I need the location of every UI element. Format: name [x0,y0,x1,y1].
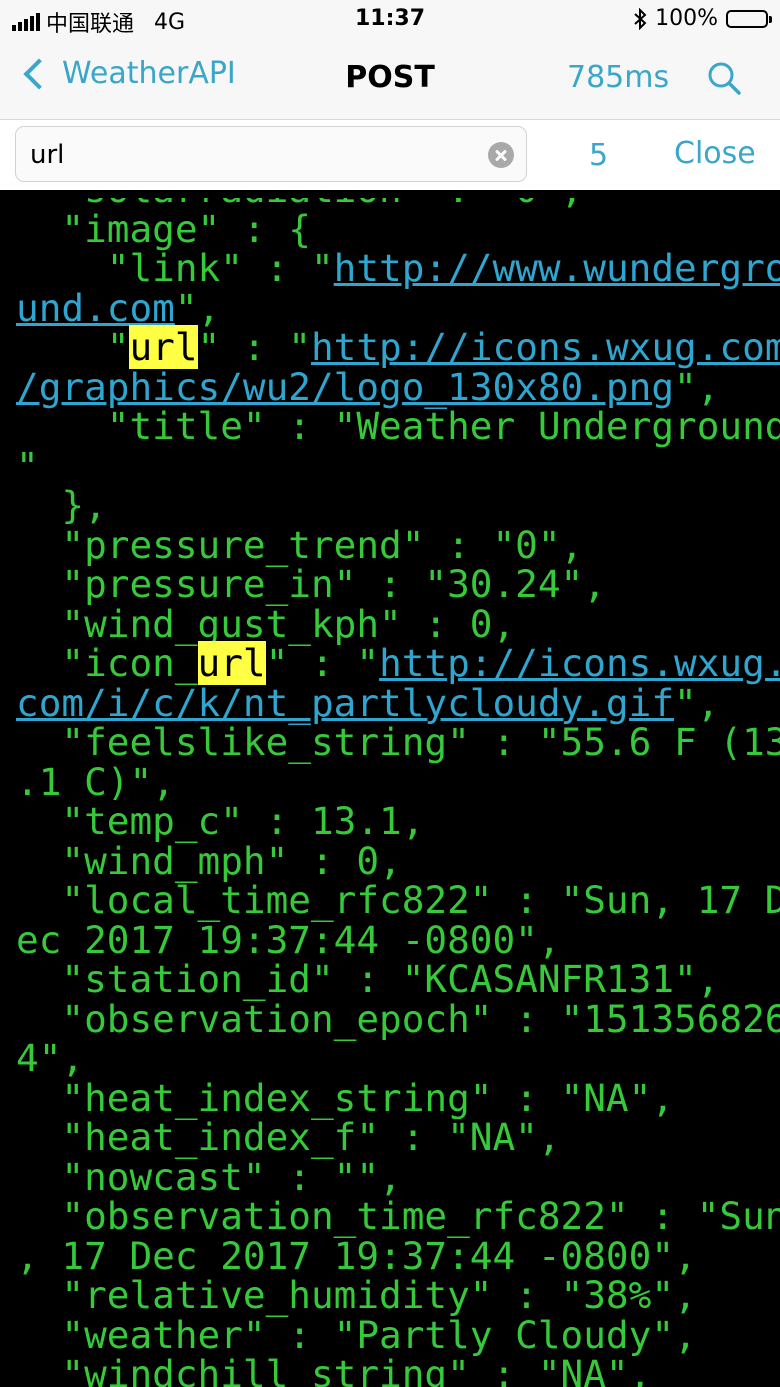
json-line-text: }, [16,483,107,527]
json-line-text: 4", [16,1036,85,1080]
json-line-text: "observation_time_rfc822" : "Sun [16,1194,780,1238]
find-bar: 5 Close [0,120,780,190]
search-input[interactable] [28,135,472,175]
json-line-text: " [16,325,130,369]
search-match-highlight: url [129,325,198,369]
json-line-text: "feelslike_string" : "55.6 F (13 [16,720,780,764]
json-line-text: "relative_humidity" : "38%", [16,1273,697,1317]
nav-bar: WeatherAPI POST 785ms [0,40,780,120]
json-line-text: "icon_ [16,641,198,685]
status-bar: 中国联通 4G 11:37 100% [0,0,780,40]
search-icon[interactable] [706,60,742,96]
search-match-highlight: url [197,641,266,685]
response-link[interactable]: com/i/c/k/nt_partlycloudy.gif [16,681,674,725]
search-field [15,126,527,182]
json-line-text: ", [674,680,720,725]
json-line-text: "observation_epoch" : "151356826 [16,996,780,1041]
json-line-text: "title" : "Weather Underground [16,404,780,448]
json-text: "solarradiation" : "0", "image" : { "lin… [16,198,780,1387]
response-link[interactable]: und.com [16,286,175,330]
response-link[interactable]: /graphics/wu2/logo_130x80.png [16,365,674,409]
clear-icon[interactable] [488,142,514,168]
json-line-text: ", [674,364,720,409]
json-line-text: , 17 Dec 2017 19:37:44 -0800", [16,1233,697,1278]
json-line-text: .1 C)", [16,759,175,804]
json-line-text: "image" : { [16,206,311,251]
status-right: 100% [633,6,772,31]
response-link[interactable]: http://www.wundergro [334,246,780,290]
json-line-text: "nowcast" : "", [16,1154,402,1199]
response-time: 785ms [567,60,670,95]
json-line-text: "heat_index_f" : "NA", [16,1115,561,1159]
battery-icon [726,9,772,28]
json-line-text: "pressure_trend" : "0", [16,522,584,567]
json-line-text: "temp_c" : 13.1, [16,799,425,843]
json-line-text: "windchill_string" : "NA", [16,1352,652,1387]
json-line-text: "station_id" : "KCASANFR131", [16,957,720,1001]
json-line-text: ec 2017 19:37:44 -0800", [16,917,561,962]
json-line-text: "link" : " [16,246,334,290]
json-line-text: "pressure_in" : "30.24", [16,562,606,606]
response-link[interactable]: http://icons.wxug.com [311,325,780,369]
json-line-text: "wind_gust_kph" : 0, [16,601,516,646]
battery-percent: 100% [655,6,718,31]
response-body[interactable]: "solarradiation" : "0", "image" : { "lin… [0,198,780,1387]
json-line-text: " : " [197,325,311,369]
json-line-text: "heat_index_string" : "NA", [16,1075,675,1120]
json-line-text: "local_time_rfc822" : "Sun, 17 D [16,878,780,922]
json-line-text: "weather" : "Partly Cloudy", [16,1312,697,1357]
json-line-text: "wind_mph" : 0, [16,838,402,883]
json-line-text: " [16,443,39,488]
close-button[interactable]: Close [674,136,756,171]
response-link[interactable]: http://icons.wxug. [379,641,780,685]
match-count: 5 [589,138,609,173]
json-line-text: " : " [265,641,380,685]
bluetooth-icon [634,7,647,30]
json-line-text: ", [174,285,221,330]
